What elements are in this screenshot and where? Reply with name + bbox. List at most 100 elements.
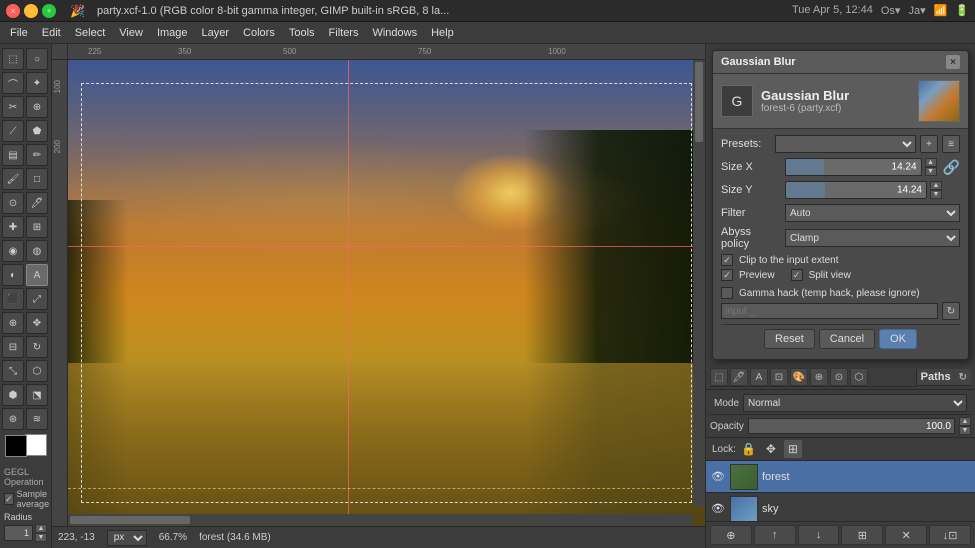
link-layers-btn[interactable]: ⊞ — [784, 440, 802, 458]
size-x-down[interactable]: ▼ — [925, 167, 937, 176]
tool-gradient[interactable]: ▤ — [2, 144, 24, 166]
tool-ellipse-select[interactable]: ○ — [26, 48, 48, 70]
duplicate-layer-btn[interactable]: ⊞ — [841, 525, 883, 545]
refresh-btn[interactable]: ↻ — [942, 302, 960, 320]
opacity-spinner[interactable]: ▲ ▼ — [959, 417, 971, 435]
close-btn[interactable]: × — [6, 4, 20, 18]
menu-tools[interactable]: Tools — [283, 25, 321, 41]
size-y-up[interactable]: ▲ — [930, 181, 942, 190]
tool-rect-select[interactable]: ⬚ — [2, 48, 24, 70]
qi-3[interactable]: A — [750, 368, 768, 386]
tool-shear[interactable]: ⬡ — [26, 360, 48, 382]
qi-1[interactable]: ⬚ — [710, 368, 728, 386]
tool-flip[interactable]: ⬔ — [26, 384, 48, 406]
delete-layer-btn[interactable]: ✕ — [885, 525, 927, 545]
qi-5[interactable]: 🎨 — [790, 368, 808, 386]
tool-scissors[interactable]: ✂ — [2, 96, 24, 118]
menu-edit[interactable]: Edit — [36, 25, 67, 41]
menu-filters[interactable]: Filters — [323, 25, 365, 41]
background-color[interactable] — [25, 434, 47, 456]
tool-airbrush[interactable]: ⊙ — [2, 192, 24, 214]
tool-heal[interactable]: ✚ — [2, 216, 24, 238]
tool-align[interactable]: ⊟ — [2, 336, 24, 358]
tool-pencil[interactable]: ✏ — [26, 144, 48, 166]
layer-sky-visibility[interactable]: 👁 — [710, 501, 726, 517]
paths-refresh-icon[interactable]: ↻ — [959, 372, 967, 383]
tool-fuzzy-select[interactable]: ✦ — [26, 72, 48, 94]
gamma-checkbox[interactable] — [721, 287, 733, 299]
tool-blur[interactable]: ◉ — [2, 240, 24, 262]
clip-checkbox[interactable] — [721, 254, 733, 266]
os-indicator[interactable]: Os▾ — [881, 4, 901, 17]
manage-presets-btn[interactable]: ≡ — [942, 135, 960, 153]
minimize-btn[interactable]: − — [24, 4, 38, 18]
radius-slider[interactable]: 1 — [4, 525, 33, 541]
size-x-up[interactable]: ▲ — [925, 158, 937, 167]
qi-6[interactable]: ⊕ — [810, 368, 828, 386]
tool-move[interactable]: ✥ — [26, 312, 48, 334]
tool-rotate[interactable]: ↻ — [26, 336, 48, 358]
h-scrollbar-thumb[interactable] — [70, 516, 190, 524]
chain-link-icon[interactable]: 🔗 — [943, 159, 960, 176]
tool-zoom[interactable]: ⊕ — [2, 312, 24, 334]
layer-item-forest[interactable]: 👁 forest — [706, 461, 975, 493]
tool-fg-select[interactable]: ⊕ — [26, 96, 48, 118]
kb-indicator[interactable]: Ja▾ — [908, 4, 925, 17]
radius-down[interactable]: ▼ — [35, 533, 47, 542]
lower-layer-btn[interactable]: ↓ — [798, 525, 840, 545]
reset-button[interactable]: Reset — [764, 329, 815, 349]
tool-smudge[interactable]: ◍ — [26, 240, 48, 262]
tool-dodge[interactable]: ◐ — [2, 264, 24, 286]
menu-windows[interactable]: Windows — [366, 25, 423, 41]
layer-forest-visibility[interactable]: 👁 — [710, 469, 726, 485]
tool-cage[interactable]: ⊛ — [2, 408, 24, 430]
opacity-down[interactable]: ▼ — [959, 426, 971, 435]
raise-layer-btn[interactable]: ↑ — [754, 525, 796, 545]
maximize-btn[interactable]: + — [42, 4, 56, 18]
presets-select[interactable] — [775, 135, 916, 153]
qi-4[interactable]: ⊡ — [770, 368, 788, 386]
preview-checkbox[interactable] — [721, 269, 733, 281]
cancel-button[interactable]: Cancel — [819, 329, 875, 349]
menu-select[interactable]: Select — [69, 25, 112, 41]
tool-measure[interactable]: ⤢ — [26, 288, 48, 310]
new-layer-btn[interactable]: ⊕ — [710, 525, 752, 545]
window-controls[interactable]: × − + — [6, 4, 56, 18]
menu-image[interactable]: Image — [151, 25, 194, 41]
input-field[interactable] — [721, 303, 938, 319]
abyss-select[interactable]: Clamp None Loop — [785, 229, 960, 247]
export-layer-btn[interactable]: ↓⊡ — [929, 525, 971, 545]
ok-button[interactable]: OK — [879, 329, 917, 349]
tool-clone[interactable]: ⊞ — [26, 216, 48, 238]
qi-8[interactable]: ⬡ — [850, 368, 868, 386]
size-x-spinner[interactable]: ▲ ▼ — [925, 158, 937, 176]
unit-select[interactable]: px in cm — [107, 530, 147, 546]
lock-position-btn[interactable]: ✥ — [762, 440, 780, 458]
v-scrollbar[interactable] — [693, 60, 705, 506]
tool-paths[interactable]: ⟋ — [2, 120, 24, 142]
lock-pixels-btn[interactable]: 🔒 — [740, 440, 758, 458]
menu-layer[interactable]: Layer — [196, 25, 236, 41]
dialog-close-button[interactable]: × — [946, 55, 960, 69]
menu-help[interactable]: Help — [425, 25, 460, 41]
tool-free-select[interactable]: ⌒ — [2, 72, 24, 94]
qi-2[interactable]: 🖊 — [730, 368, 748, 386]
mode-select[interactable]: Normal Multiply Screen — [743, 394, 967, 412]
size-x-slider[interactable]: 14.24 — [785, 158, 922, 176]
menu-colors[interactable]: Colors — [237, 25, 281, 41]
menu-file[interactable]: File — [4, 25, 34, 41]
opacity-slider[interactable]: 100.0 — [748, 418, 955, 434]
tool-ink[interactable]: 🖊 — [26, 192, 48, 214]
canvas-viewport[interactable] — [68, 60, 705, 526]
tool-paintbrush[interactable]: 🖌 — [2, 168, 24, 190]
size-y-slider[interactable]: 14.24 — [785, 181, 927, 199]
foreground-color[interactable] — [5, 435, 27, 457]
tool-color-picker[interactable]: ⬛ — [2, 288, 24, 310]
menu-view[interactable]: View — [113, 25, 149, 41]
v-scrollbar-thumb[interactable] — [695, 62, 703, 142]
size-y-down[interactable]: ▼ — [930, 190, 942, 199]
radius-up[interactable]: ▲ — [35, 524, 47, 533]
sample-avg-checkbox[interactable] — [4, 493, 14, 505]
size-y-spinner[interactable]: ▲ ▼ — [930, 181, 942, 199]
tool-perspective[interactable]: ⬢ — [2, 384, 24, 406]
